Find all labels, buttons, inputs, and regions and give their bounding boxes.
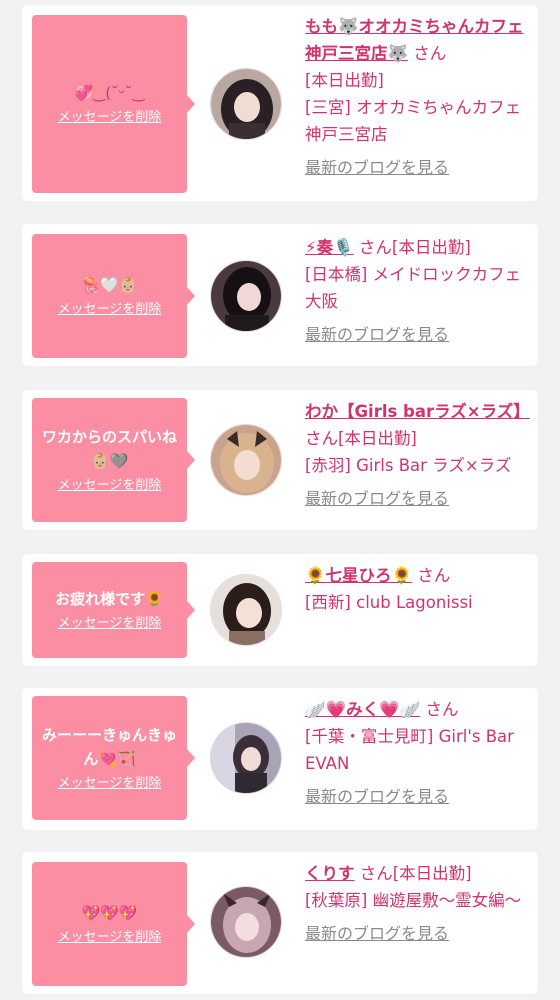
cast-info: ⚡奏🎙️ さん[本日出勤] [日本橋] メイドロックカフェ 大阪 最新のブログを… xyxy=(305,234,533,348)
status-label: [本日出勤] xyxy=(338,429,417,448)
shop-label: [赤羽] Girls Bar ラズ×ラズ xyxy=(305,456,512,475)
delete-message-link[interactable]: メッセージを削除 xyxy=(58,929,162,947)
shop-label: [日本橋] メイドロックカフェ 大阪 xyxy=(305,265,522,311)
latest-blog-link[interactable]: 最新のブログを見る xyxy=(305,783,449,810)
message-bubble: 💞‿(˘ᵕ˘‿ メッセージを削除 xyxy=(32,15,195,193)
honorific: さん xyxy=(425,700,459,719)
message-bubble: 💖💖💖 メッセージを削除 xyxy=(32,862,195,986)
shop-label: [千葉・富士見町] Girl's Bar EVAN xyxy=(305,727,514,773)
honorific: さん xyxy=(305,429,338,448)
avatar[interactable] xyxy=(210,574,282,646)
cast-info: もも🐺オオカミちゃんカフェ神戸三宮店🐺 さん [本日出勤] [三宮] オオカミち… xyxy=(305,13,533,181)
cast-name-link[interactable]: 🪽💗みく💗🪽 xyxy=(305,700,420,719)
message-card: ワカからのスパいね 👶🏼🩶 メッセージを削除 わか【Girls barラズ×ラズ】… xyxy=(22,390,538,530)
status-label: [本日出勤] xyxy=(391,238,471,257)
message-emoji: 🪼🤍👶🏼 xyxy=(81,276,138,294)
cast-info: 🪽💗みく💗🪽 さん [千葉・富士見町] Girl's Bar EVAN 最新のブ… xyxy=(305,696,533,810)
message-bubble: みーーーきゅんきゅん💘🏹 メッセージを削除 xyxy=(32,696,195,820)
shop-label: [三宮] オオカミちゃんカフェ神戸三宮店 xyxy=(305,98,522,144)
latest-blog-link[interactable]: 最新のブログを見る xyxy=(305,920,449,947)
avatar[interactable] xyxy=(210,886,282,958)
cast-name-link[interactable]: くりす xyxy=(305,864,355,883)
message-emoji: 💖💖💖 xyxy=(81,904,138,922)
cast-name-link[interactable]: わか【Girls barラズ×ラズ】 xyxy=(305,402,530,421)
message-emoji: 💘🏹 xyxy=(98,750,136,768)
latest-blog-link[interactable]: 最新のブログを見る xyxy=(305,154,449,181)
shop-label: [秋葉原] 幽遊屋敷〜霊女編〜 xyxy=(305,891,522,910)
cast-name-link[interactable]: ⚡奏🎙️ xyxy=(305,238,354,257)
message-emoji: 🌻 xyxy=(145,590,164,608)
message-text: お疲れ様です xyxy=(55,590,146,608)
status-label: [本日出勤] xyxy=(305,71,384,90)
message-card: 💞‿(˘ᵕ˘‿ メッセージを削除 もも🐺オオカミちゃんカフェ神戸三宮店🐺 さん … xyxy=(22,5,538,201)
message-bubble: ワカからのスパいね 👶🏼🩶 メッセージを削除 xyxy=(32,398,195,522)
message-bubble: 🪼🤍👶🏼 メッセージを削除 xyxy=(32,234,195,358)
shop-label: [西新] club Lagonissi xyxy=(305,593,473,612)
latest-blog-link[interactable]: 最新のブログを見る xyxy=(305,485,449,512)
delete-message-link[interactable]: メッセージを削除 xyxy=(58,109,162,127)
avatar[interactable] xyxy=(210,68,282,140)
message-card: お疲れ様です🌻 メッセージを削除 🌻七星ひろ🌻 さん [西新] club Lag… xyxy=(22,554,538,666)
message-bubble: お疲れ様です🌻 メッセージを削除 xyxy=(32,562,195,658)
honorific: さん xyxy=(417,566,451,585)
delete-message-link[interactable]: メッセージを削除 xyxy=(58,775,162,793)
message-emoji: 👶🏼🩶 xyxy=(90,452,129,470)
delete-message-link[interactable]: メッセージを削除 xyxy=(58,477,162,495)
honorific: さん xyxy=(359,864,393,883)
cast-info: くりす さん[本日出勤] [秋葉原] 幽遊屋敷〜霊女編〜 最新のブログを見る xyxy=(305,860,533,947)
message-card: みーーーきゅんきゅん💘🏹 メッセージを削除 🪽💗みく💗🪽 さん [千葉・富士見町… xyxy=(22,688,538,830)
message-emoji: 💞‿(˘ᵕ˘‿ xyxy=(74,84,145,102)
message-card: 🪼🤍👶🏼 メッセージを削除 ⚡奏🎙️ さん[本日出勤] [日本橋] メイドロック… xyxy=(22,224,538,366)
avatar[interactable] xyxy=(210,722,282,794)
delete-message-link[interactable]: メッセージを削除 xyxy=(58,301,162,319)
message-text: ワカからのスパいね xyxy=(42,428,178,446)
cast-name-link[interactable]: 🌻七星ひろ🌻 xyxy=(305,566,412,585)
cast-info: 🌻七星ひろ🌻 さん [西新] club Lagonissi xyxy=(305,562,533,616)
honorific: さん xyxy=(358,238,392,257)
avatar[interactable] xyxy=(210,424,282,496)
delete-message-link[interactable]: メッセージを削除 xyxy=(58,615,162,633)
latest-blog-link[interactable]: 最新のブログを見る xyxy=(305,321,449,348)
message-card: 💖💖💖 メッセージを削除 くりす さん[本日出勤] [秋葉原] 幽遊屋敷〜霊女編… xyxy=(22,852,538,994)
avatar[interactable] xyxy=(210,260,282,332)
honorific: さん xyxy=(413,44,447,63)
status-label: [本日出勤] xyxy=(392,864,472,883)
cast-info: わか【Girls barラズ×ラズ】 さん[本日出勤] [赤羽] Girls B… xyxy=(305,398,533,512)
